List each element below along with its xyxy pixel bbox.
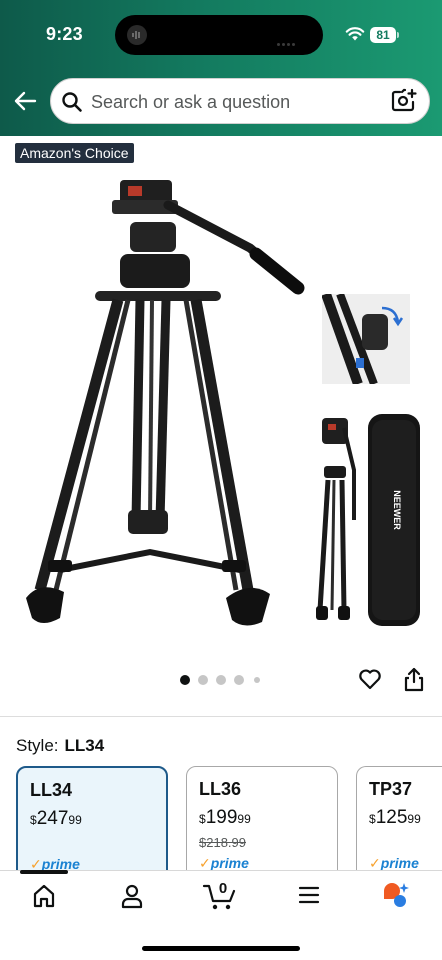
camera-search-icon[interactable]	[391, 88, 417, 114]
style-label: Style:	[16, 736, 59, 755]
battery-indicator: 81	[370, 27, 396, 43]
section-divider	[0, 716, 442, 717]
home-indicator-bar[interactable]	[142, 946, 300, 951]
account-icon[interactable]	[120, 883, 144, 909]
gallery-dot[interactable]	[216, 675, 226, 685]
dynamic-island	[115, 15, 323, 55]
cart-button[interactable]: 0	[202, 880, 238, 911]
microphone-icon	[127, 25, 147, 45]
svg-text:NEEWER: NEEWER	[392, 490, 402, 530]
option-price: $12599	[369, 807, 421, 828]
search-bar[interactable]: Search or ask a question	[50, 78, 430, 124]
style-selected-value: LL34	[64, 736, 105, 755]
battery-tip	[397, 32, 399, 38]
share-icon[interactable]	[403, 666, 425, 692]
gallery-dot[interactable]	[198, 675, 208, 685]
gallery-dot[interactable]	[234, 675, 244, 685]
menu-icon[interactable]	[298, 885, 320, 905]
option-name: TP37	[369, 779, 413, 799]
option-price: $24799	[30, 808, 82, 829]
status-time: 9:23	[46, 24, 83, 44]
cart-count: 0	[218, 880, 228, 897]
amazons-choice-badge: Amazon's Choice	[15, 143, 134, 163]
island-indicator-dots	[277, 33, 301, 46]
gallery-dot[interactable]	[180, 675, 190, 685]
gallery-dot[interactable]	[254, 677, 260, 683]
product-thumbnail-case[interactable]: NEEWER	[314, 410, 422, 634]
wishlist-heart-icon[interactable]	[358, 667, 382, 691]
home-icon[interactable]	[32, 883, 56, 909]
search-input[interactable]: Search or ask a question	[91, 92, 290, 113]
product-thumbnail-detail[interactable]	[322, 294, 410, 384]
status-bar: 9:23 81	[0, 0, 442, 70]
option-price: $19999	[199, 807, 251, 828]
rufus-assistant-icon[interactable]	[380, 881, 412, 911]
style-selector-label: Style: LL34	[16, 736, 104, 756]
option-name: LL34	[30, 780, 73, 800]
wifi-icon	[345, 27, 365, 41]
option-name: LL36	[199, 779, 242, 799]
nav-active-indicator	[20, 870, 68, 874]
back-arrow-icon[interactable]	[12, 88, 38, 114]
search-icon	[62, 92, 82, 112]
app-header: 9:23 81 Search or ask a question	[0, 0, 442, 136]
option-list-price: $218.99	[199, 835, 246, 850]
